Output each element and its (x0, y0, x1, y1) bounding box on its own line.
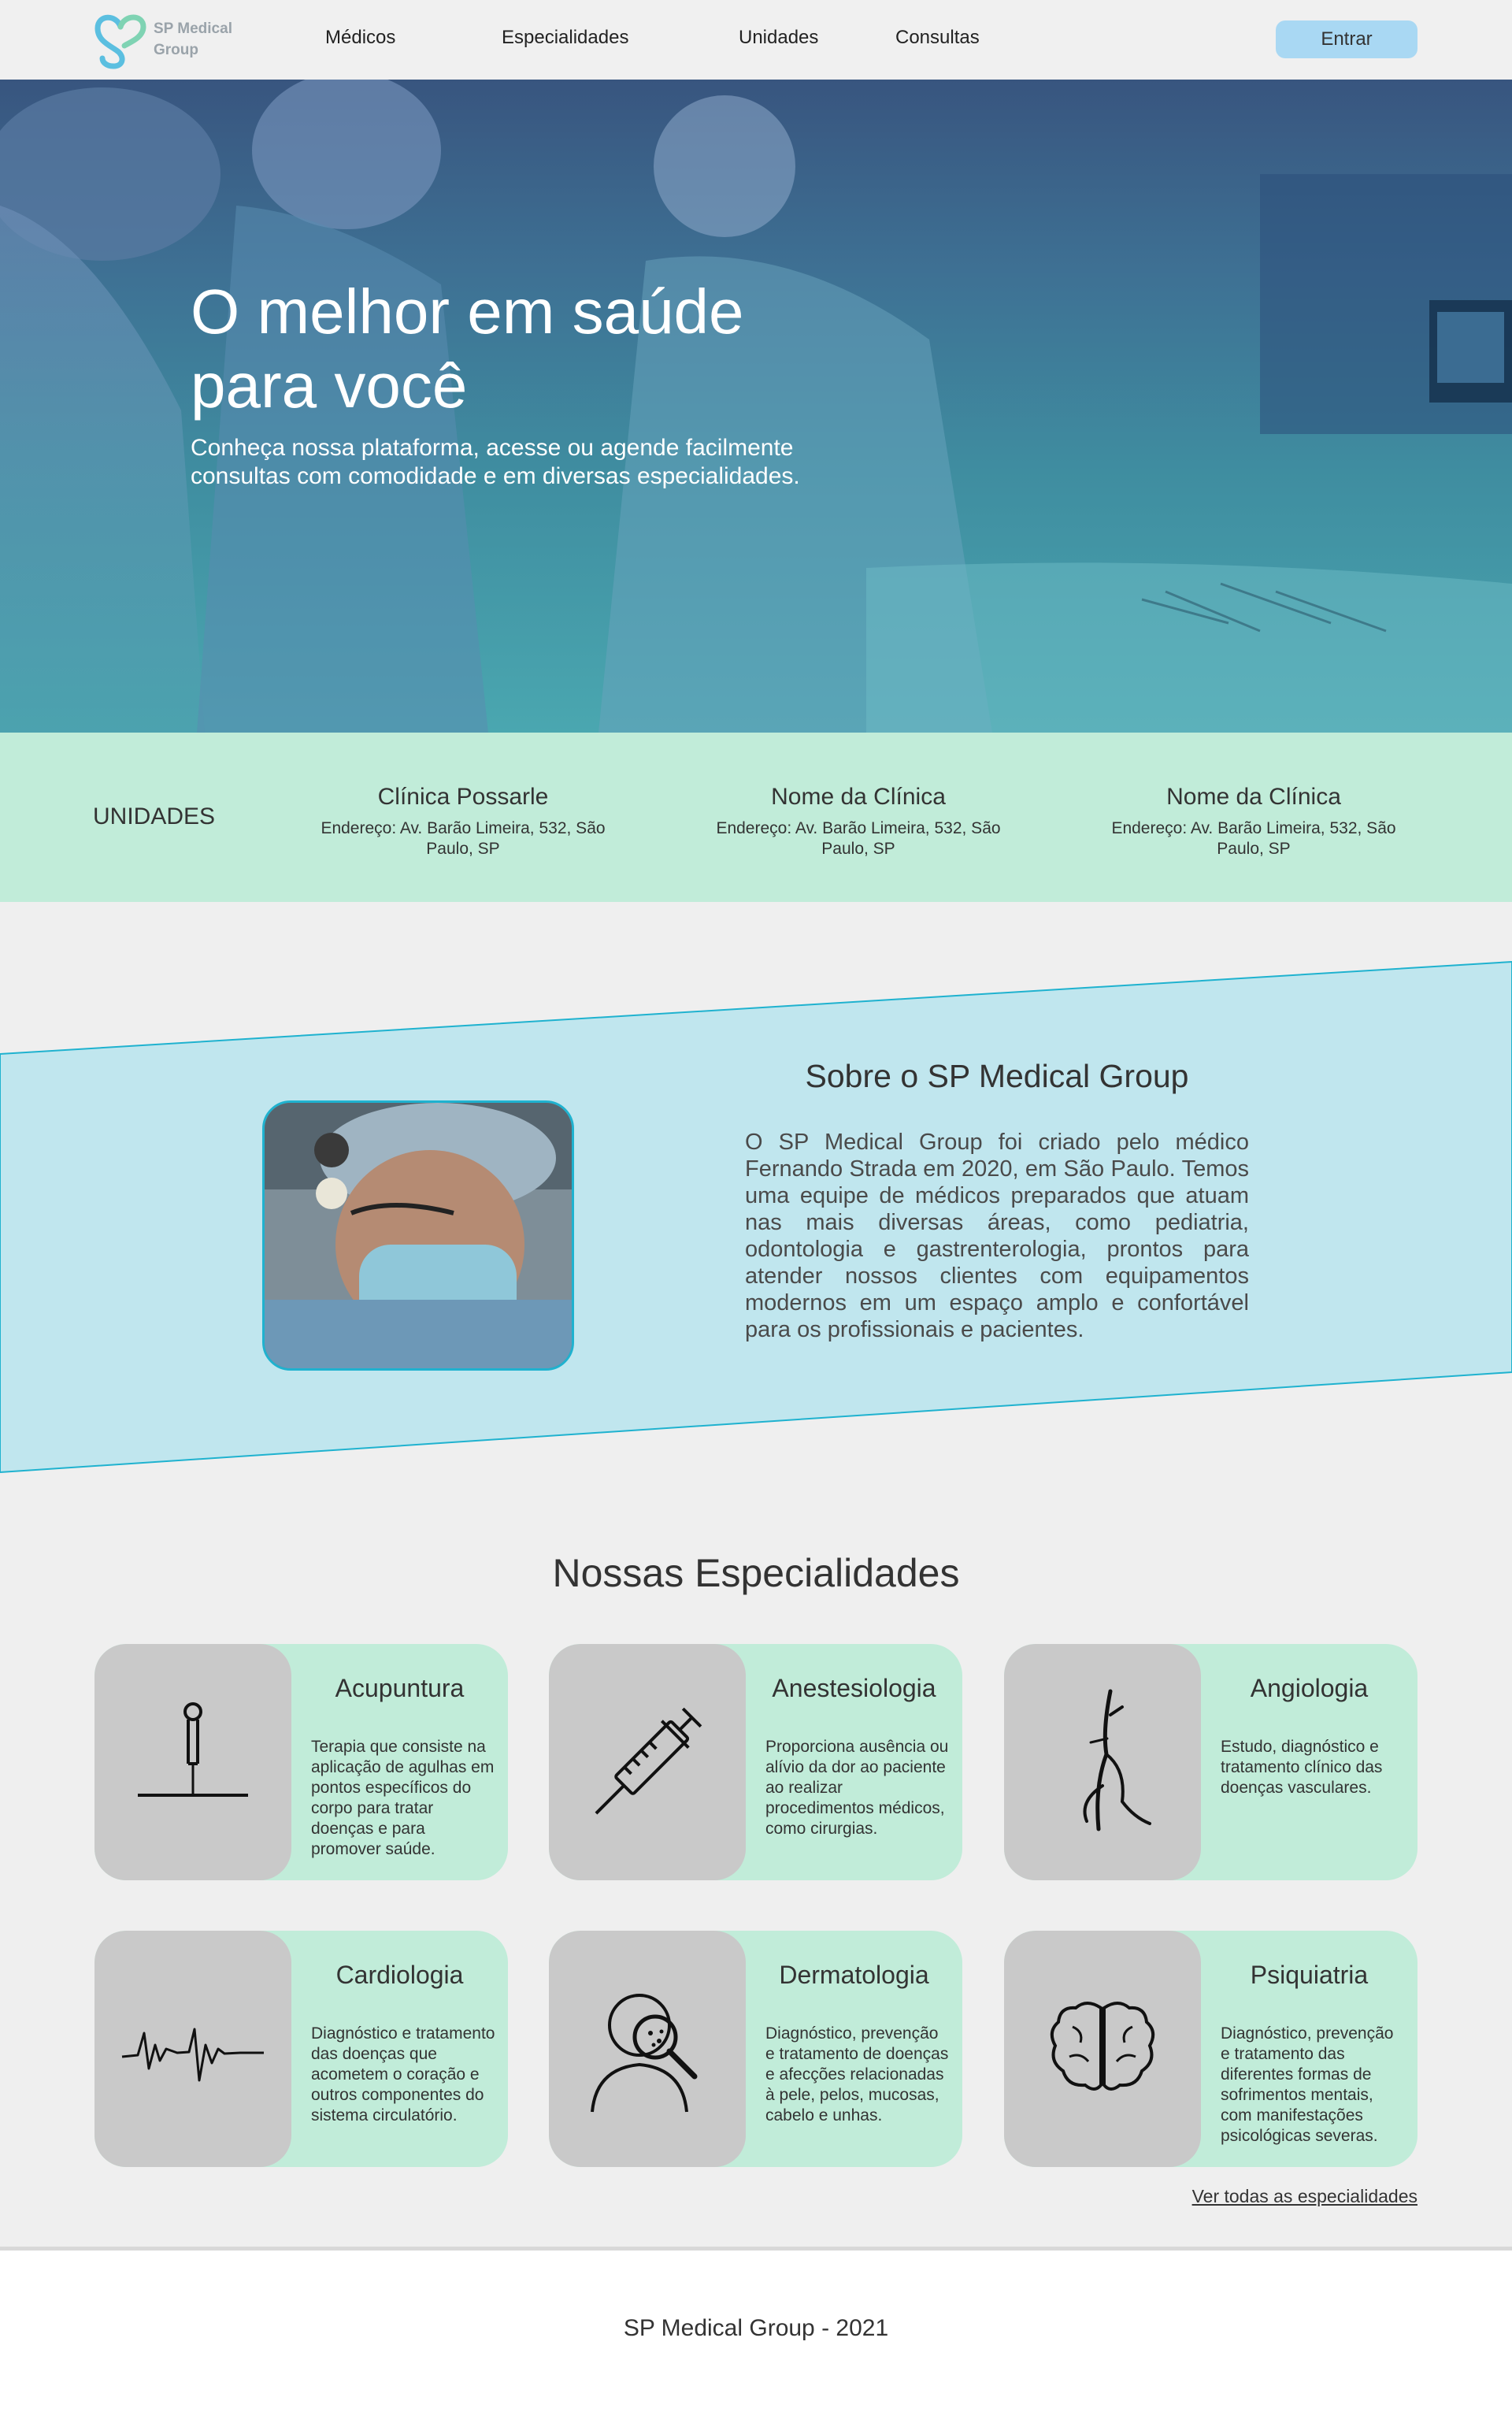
nav-consultas[interactable]: Consultas (895, 27, 980, 49)
specialty-card-anestesiologia[interactable]: Anestesiologia Proporciona ausência ou a… (549, 1644, 962, 1880)
logo-text: SP Medical Group (154, 18, 232, 61)
nav-especialidades[interactable]: Especialidades (502, 27, 628, 49)
unit-address-line2: Paulo, SP (426, 840, 500, 858)
site-footer: SP Medical Group - 2021 (0, 2247, 1512, 2412)
heart-logo-icon (94, 14, 146, 69)
skin-inspection-icon (591, 1994, 698, 2113)
blood-vessel-icon (1083, 1689, 1151, 1831)
specialty-card-angiologia[interactable]: Angiologia Estudo, diagnóstico e tratame… (1004, 1644, 1418, 1880)
specialty-description: Diagnóstico e tratamento das doenças que… (311, 2024, 495, 2124)
card-icon-panel (94, 1931, 291, 2167)
card-icon-panel (549, 1644, 746, 1880)
specialties-title: Nossas Especialidades (552, 1551, 960, 1595)
site-header: SP Medical Group Médicos Especialidades … (0, 0, 1512, 80)
hero-subtitle-line2: consultas com comodidade e em diversas e… (191, 463, 800, 489)
card-icon-panel (1004, 1931, 1201, 2167)
specialty-card-acupuntura[interactable]: Acupuntura Terapia que consiste na aplic… (94, 1644, 508, 1880)
specialty-name: Anestesiologia (772, 1674, 936, 1702)
unit-address: Endereço: Av. Barão Limeira, 532, São Pa… (1104, 818, 1403, 859)
logo-text-line2: Group (154, 42, 198, 58)
specialty-description: Diagnóstico, prevenção e tratamento das … (1221, 2024, 1394, 2145)
acupuncture-needle-icon (138, 1702, 248, 1797)
card-icon-panel (94, 1644, 291, 1880)
heartbeat-icon (121, 2028, 264, 2082)
specialty-description: Proporciona ausência ou alívio da dor ao… (765, 1738, 949, 1838)
unit-name: Nome da Clínica (1166, 784, 1341, 810)
logo-text-line1: SP Medical (154, 20, 232, 37)
specialty-card-dermatologia[interactable]: Dermatologia Diagnóstico, prevenção e tr… (549, 1931, 962, 2167)
about-title: Sobre o SP Medical Group (805, 1058, 1189, 1094)
surgeon-illustration (265, 1103, 572, 1368)
login-button[interactable]: Entrar (1276, 20, 1418, 58)
unit-address-line2: Paulo, SP (1217, 840, 1291, 858)
specialty-description: Estudo, diagnóstico e tratamento clínico… (1221, 1738, 1383, 1797)
specialty-name: Dermatologia (779, 1961, 929, 1989)
specialty-name: Psiquiatria (1250, 1961, 1369, 1989)
unit-address-line1: Endereço: Av. Barão Limeira, 532, São (321, 819, 606, 837)
specialty-description: Terapia que consiste na aplicação de agu… (311, 1738, 495, 1858)
footer-text: SP Medical Group - 2021 (623, 2315, 889, 2341)
units-section: UNIDADES Clínica Possarle Endereço: Av. … (0, 733, 1512, 902)
specialty-name: Acupuntura (335, 1674, 465, 1702)
unit-name: Nome da Clínica (771, 784, 946, 810)
unit-address-line2: Paulo, SP (821, 840, 895, 858)
brain-icon (1050, 2002, 1155, 2091)
unit-name: Clínica Possarle (377, 784, 549, 810)
specialty-card-cardiologia[interactable]: Cardiologia Diagnóstico e tratamento das… (94, 1931, 508, 2167)
unit-address: Endereço: Av. Barão Limeira, 532, São Pa… (709, 818, 1008, 859)
specialty-name: Angiologia (1250, 1674, 1369, 1702)
hero-title-line1: O melhor em saúde (191, 276, 744, 347)
hero-title-line2: para você (191, 351, 468, 421)
unit-card[interactable]: Nome da Clínica Endereço: Av. Barão Lime… (709, 784, 1008, 859)
about-text: O SP Medical Group foi criado pelo médic… (745, 1130, 1249, 1342)
hero-title: O melhor em saúde para você (191, 275, 821, 423)
unit-address-line1: Endereço: Av. Barão Limeira, 532, São (716, 819, 1001, 837)
specialty-name: Cardiologia (335, 1961, 464, 1989)
unit-address: Endereço: Av. Barão Limeira, 532, São Pa… (313, 818, 613, 859)
unit-card[interactable]: Clínica Possarle Endereço: Av. Barão Lim… (313, 784, 613, 859)
hero-banner: O melhor em saúde para você Conheça noss… (0, 80, 1512, 733)
nav-unidades[interactable]: Unidades (739, 27, 818, 49)
specialty-card-psiquiatria[interactable]: Psiquiatria Diagnóstico, prevenção e tra… (1004, 1931, 1418, 2167)
units-label: UNIDADES (93, 803, 216, 829)
card-icon-panel (1004, 1644, 1201, 1880)
logo[interactable]: SP Medical Group (93, 9, 250, 69)
nav-medicos[interactable]: Médicos (325, 27, 395, 49)
syringe-icon (595, 1707, 702, 1815)
hero-subtitle-line1: Conheça nossa plataforma, acesse ou agen… (191, 435, 794, 461)
surgeon-photo (262, 1100, 574, 1371)
card-icon-panel (549, 1931, 746, 2167)
see-all-specialties-link[interactable]: Ver todas as especialidades (1181, 2186, 1418, 2207)
specialty-description: Diagnóstico, prevenção e tratamento de d… (765, 2024, 949, 2124)
unit-card[interactable]: Nome da Clínica Endereço: Av. Barão Lime… (1104, 784, 1403, 859)
unit-address-line1: Endereço: Av. Barão Limeira, 532, São (1111, 819, 1396, 837)
hero-subtitle: Conheça nossa plataforma, acesse ou agen… (191, 434, 836, 491)
